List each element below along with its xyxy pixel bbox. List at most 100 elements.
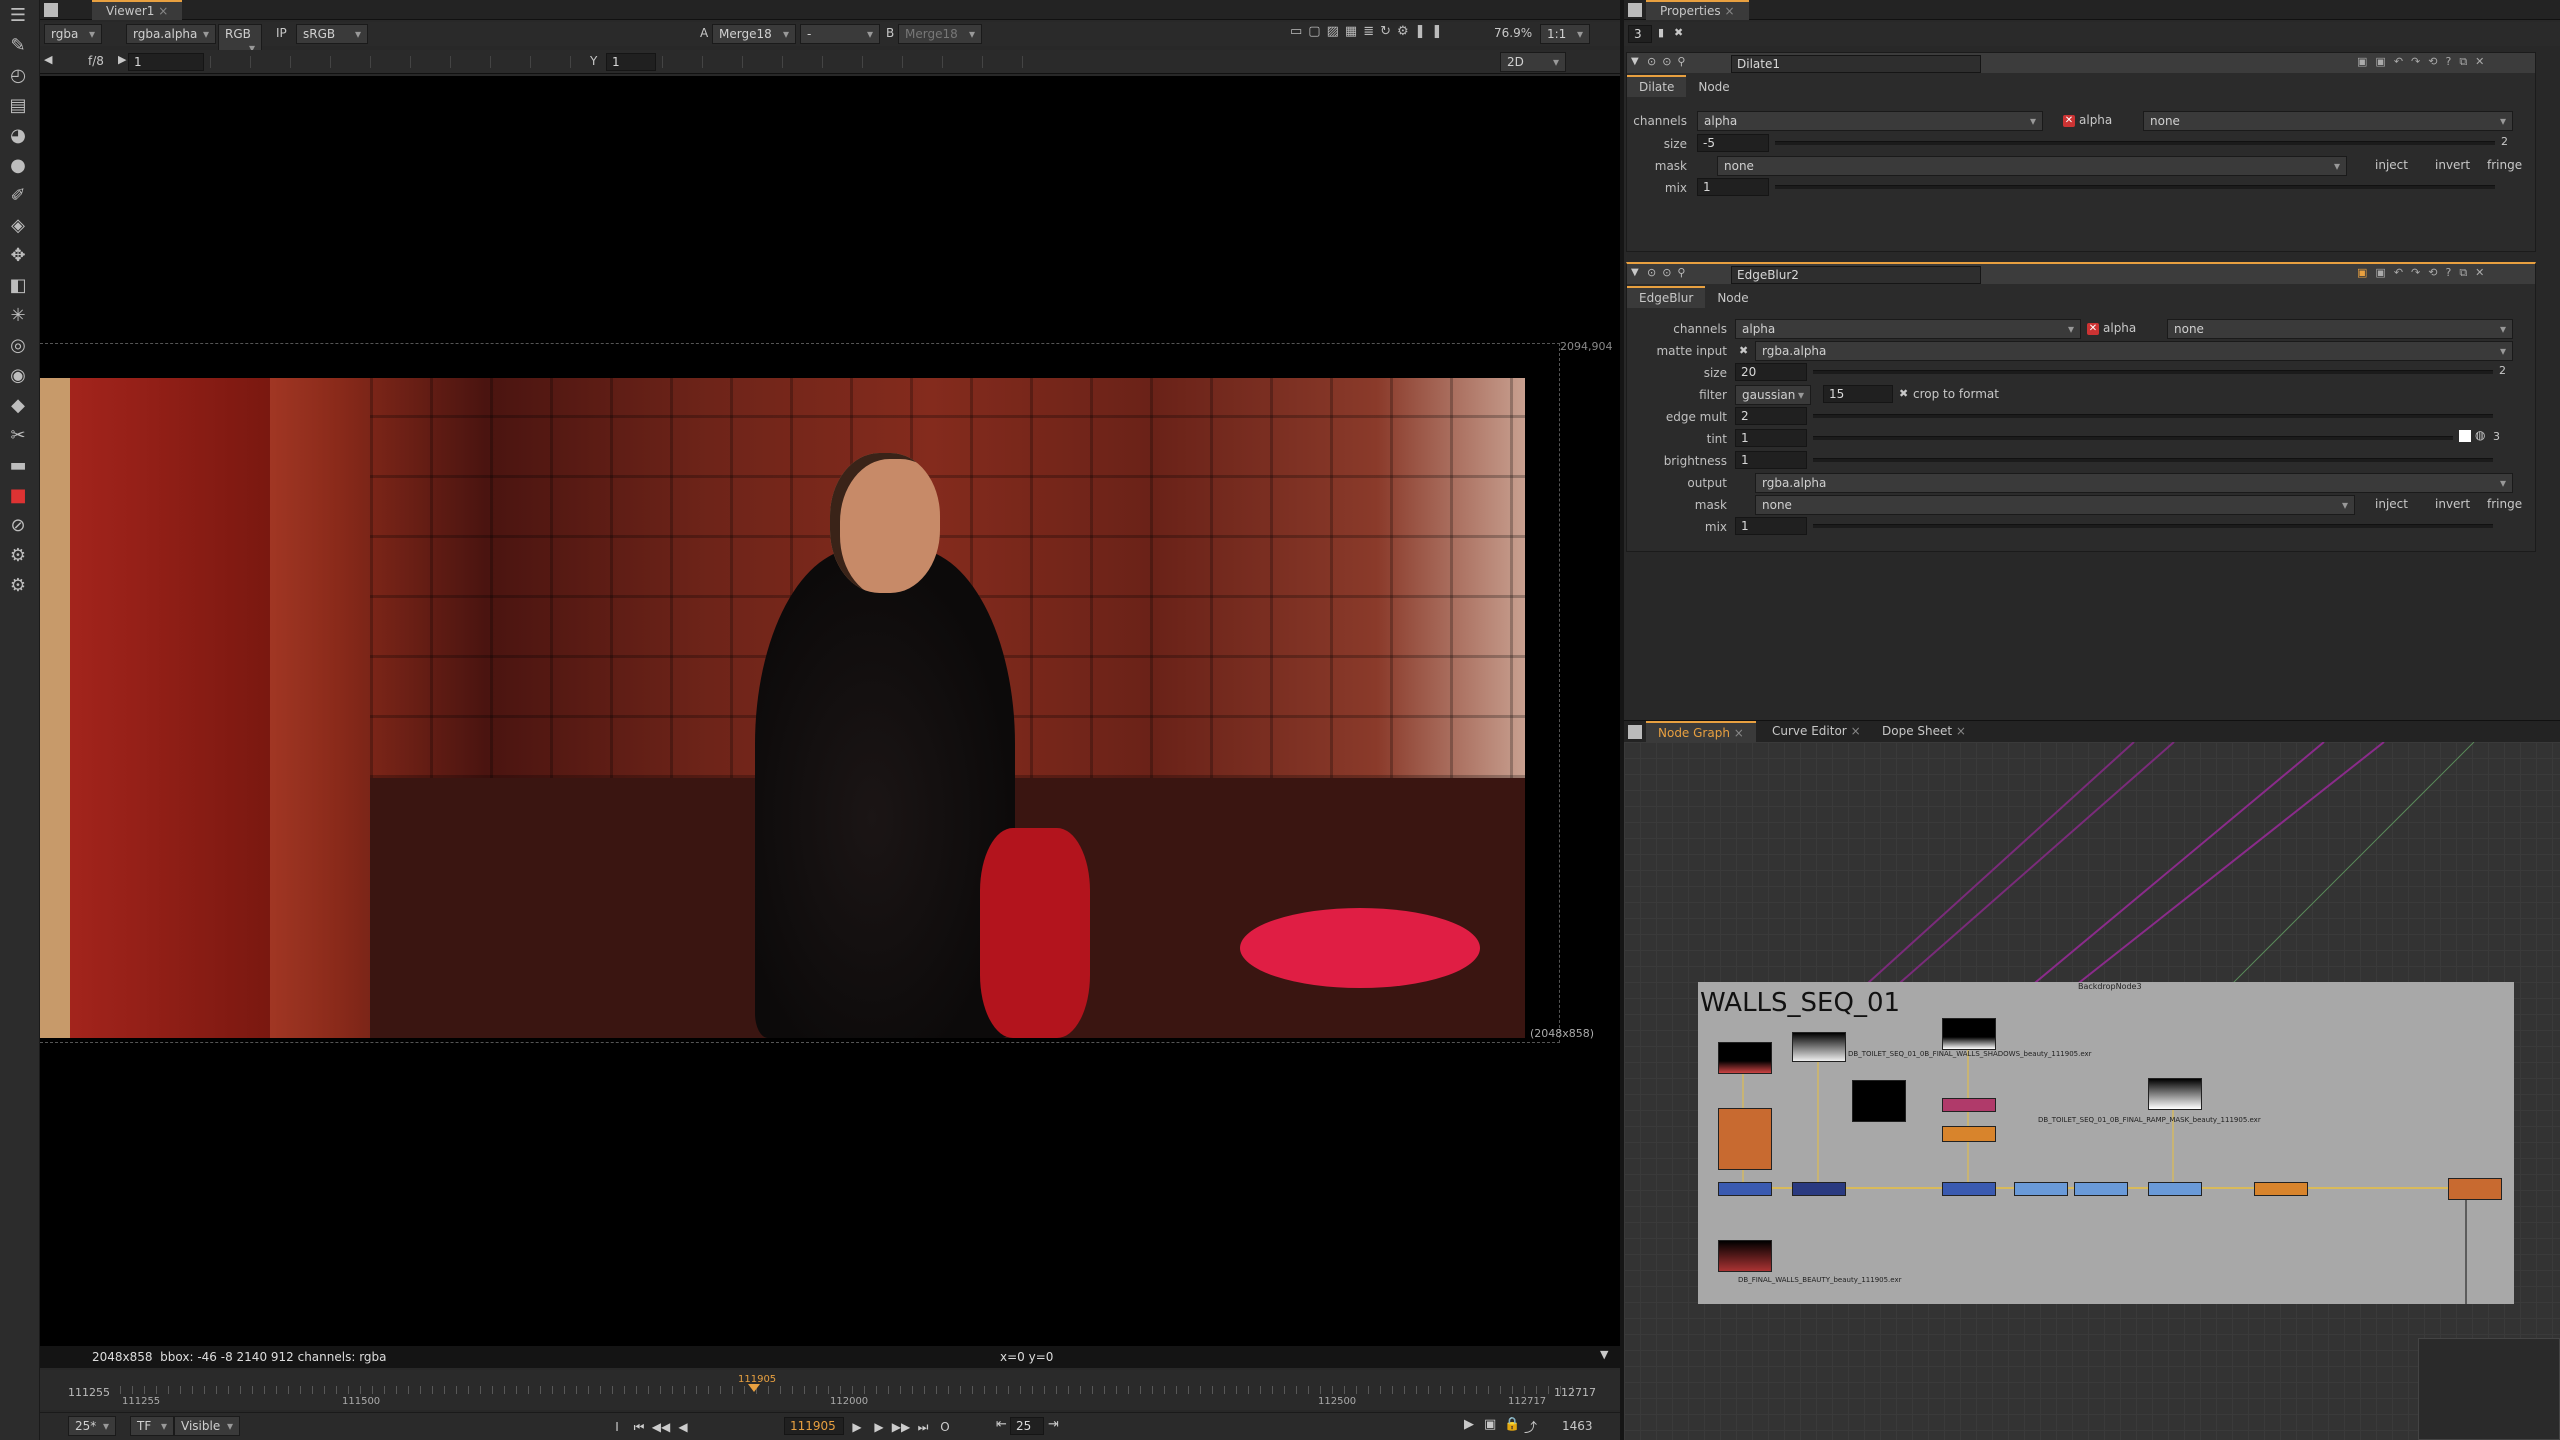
zoom-label[interactable]: 76.9% [1494, 26, 1532, 40]
viewer-canvas[interactable]: 2094,904 (2048x858) [40, 76, 1620, 1346]
tab-viewer1[interactable]: Viewer1 × [92, 0, 183, 20]
output-dropdown[interactable]: rgba.alpha [1755, 473, 2513, 493]
channels-dropdown[interactable]: rgba [44, 24, 102, 44]
mask-dropdown[interactable]: none [1755, 495, 2355, 515]
out-point-icon[interactable]: O [934, 1417, 956, 1437]
brightness-slider[interactable] [1813, 458, 2493, 462]
settings-icon[interactable]: ⚙ [1397, 24, 1415, 39]
color-wheel-icon[interactable]: ◍ [2475, 428, 2485, 442]
undo-icon[interactable]: ↶ [2394, 266, 2411, 279]
shuffle-node[interactable] [1718, 1182, 1772, 1196]
redo-icon[interactable]: ↷ [2411, 266, 2428, 279]
hide-icon[interactable]: ▣ [2375, 55, 2393, 68]
gamma-slider[interactable] [662, 56, 1062, 68]
edgeblur-header[interactable]: ▼ ⊙⊙⚲ EdgeBlur2 ▣▣↶↷⟲?⧉✕ [1627, 264, 2535, 284]
read-node[interactable] [1718, 1042, 1772, 1074]
channel-icon[interactable]: ▤ [0, 90, 36, 120]
read-node[interactable] [1718, 1240, 1772, 1272]
clear-panels-icon[interactable]: ✖ [1674, 26, 1683, 39]
tab-properties[interactable]: Properties × [1646, 0, 1749, 20]
collapse-icon[interactable]: ▼ [1631, 56, 1639, 67]
dilate-other-dropdown[interactable]: none [2143, 111, 2513, 131]
size-count[interactable]: 2 [2499, 364, 2506, 377]
proxy-icon[interactable]: ▨ [1327, 24, 1345, 39]
last-frame-icon[interactable]: ⏭ [912, 1418, 934, 1438]
float-icon[interactable]: ⧉ [2459, 266, 2475, 279]
gain-field[interactable]: 1 [128, 53, 204, 71]
roi-icon[interactable]: ▭ [1290, 24, 1308, 39]
visible-dropdown[interactable]: Visible [174, 1416, 240, 1436]
playhead[interactable] [748, 1384, 760, 1392]
read-node[interactable] [1942, 1018, 1996, 1050]
edgeblur-channels-dropdown[interactable]: alpha [1735, 319, 2081, 339]
fstop-left-icon[interactable]: ◀ [44, 53, 52, 66]
copy-node[interactable] [1942, 1182, 1996, 1196]
clip-icon[interactable]: ▦ [1345, 24, 1363, 39]
close-icon[interactable]: ✕ [2475, 266, 2492, 279]
furnace-icon[interactable]: ■ [0, 480, 36, 510]
in-point-icon[interactable]: I [606, 1417, 628, 1437]
timeline-start-field[interactable]: 111255 [68, 1386, 110, 1399]
plugin-icon[interactable]: ⊘ [0, 510, 36, 540]
tint-swatch[interactable] [2459, 430, 2471, 442]
info-expand-icon[interactable]: ▼ [1600, 1348, 1608, 1361]
max-panels-field[interactable]: 3 [1628, 25, 1652, 43]
prev-key-icon[interactable]: ◀◀ [650, 1417, 672, 1437]
dilate-header[interactable]: ▼ ⊙⊙⚲ Dilate1 ▣▣↶↷⟲?⧉✕ [1627, 53, 2535, 73]
read-node[interactable] [2148, 1078, 2202, 1110]
layer-dropdown[interactable]: rgba.alpha [126, 24, 216, 44]
undo-icon[interactable]: ↶ [2394, 55, 2411, 68]
ratio-dropdown[interactable]: 1:1 [1540, 24, 1590, 44]
collapse-icon[interactable]: ▼ [1631, 267, 1639, 278]
crop-checkbox[interactable]: ✖ [1899, 387, 1908, 400]
menu-icon[interactable]: ☰ [0, 0, 36, 30]
gizmo2-icon[interactable]: ⚙ [0, 570, 36, 600]
other-icon[interactable]: ▬ [0, 450, 36, 480]
increment-field[interactable]: 25 [1010, 1417, 1044, 1435]
mix-slider[interactable] [1775, 185, 2495, 189]
tab-node-graph[interactable]: Node Graph × [1646, 721, 1756, 743]
first-frame-icon[interactable]: ⏮ [628, 1418, 650, 1438]
alpha-checkbox[interactable]: ✕ [2063, 115, 2075, 127]
fringe-label[interactable]: fringe [2487, 497, 2522, 511]
tab-curve-editor[interactable]: Curve Editor × [1760, 721, 1873, 743]
next-key-icon[interactable]: ▶▶ [890, 1417, 912, 1437]
revert-icon[interactable]: ⟲ [2428, 266, 2445, 279]
size-field[interactable]: -5 [1697, 134, 1769, 152]
metadata-icon[interactable]: ◆ [0, 390, 36, 420]
wipe-dropdown[interactable]: - [800, 24, 880, 44]
size-slider[interactable] [1775, 141, 2495, 145]
tint-field[interactable]: 1 [1735, 429, 1807, 447]
lock-icon[interactable]: 🔒 [1504, 1417, 1520, 1432]
step-back-icon[interactable]: ⇤ [996, 1417, 1007, 1432]
capture-icon[interactable]: ▣ [1484, 1417, 1496, 1432]
node-name-field[interactable]: EdgeBlur2 [1731, 266, 1981, 284]
close-icon[interactable]: ✕ [2475, 55, 2492, 68]
color-icon[interactable]: ◕ [0, 120, 36, 150]
fstop-label[interactable]: f/8 [88, 54, 104, 68]
dilate-node[interactable] [1792, 1182, 1846, 1196]
merge-node[interactable] [1718, 1108, 1772, 1170]
tab-dope-sheet[interactable]: Dope Sheet × [1870, 721, 1978, 743]
current-frame-field[interactable]: 111905 [784, 1417, 844, 1435]
close-icon[interactable]: × [1734, 726, 1744, 740]
toolsets-icon[interactable]: ✂ [0, 420, 36, 450]
edge-mult-slider[interactable] [1813, 414, 2493, 418]
size-field[interactable]: 20 [1735, 363, 1807, 381]
tab-edgeblur[interactable]: EdgeBlur [1627, 286, 1706, 308]
matte-dropdown[interactable]: rgba.alpha [1755, 341, 2513, 361]
tab-node[interactable]: Node [1705, 288, 1760, 308]
transform-icon[interactable]: ✥ [0, 240, 36, 270]
gamma-field[interactable]: 1 [606, 53, 656, 71]
filter-dropdown[interactable]: gaussian [1735, 385, 1811, 405]
ip-button[interactable]: IP [276, 26, 287, 40]
refresh-icon[interactable]: ↻ [1380, 24, 1397, 39]
edge-mult-field[interactable]: 2 [1735, 407, 1807, 425]
colorcorrect-node[interactable] [2148, 1182, 2202, 1196]
lines-icon[interactable]: ≣ [1363, 24, 1380, 39]
read-node[interactable] [1852, 1080, 1906, 1122]
mix-field[interactable]: 1 [1735, 517, 1807, 535]
color-swatch-icon[interactable]: ▣ [2357, 266, 2375, 279]
filter-quality-field[interactable]: 15 [1823, 385, 1893, 403]
close-icon[interactable]: × [1724, 4, 1734, 18]
